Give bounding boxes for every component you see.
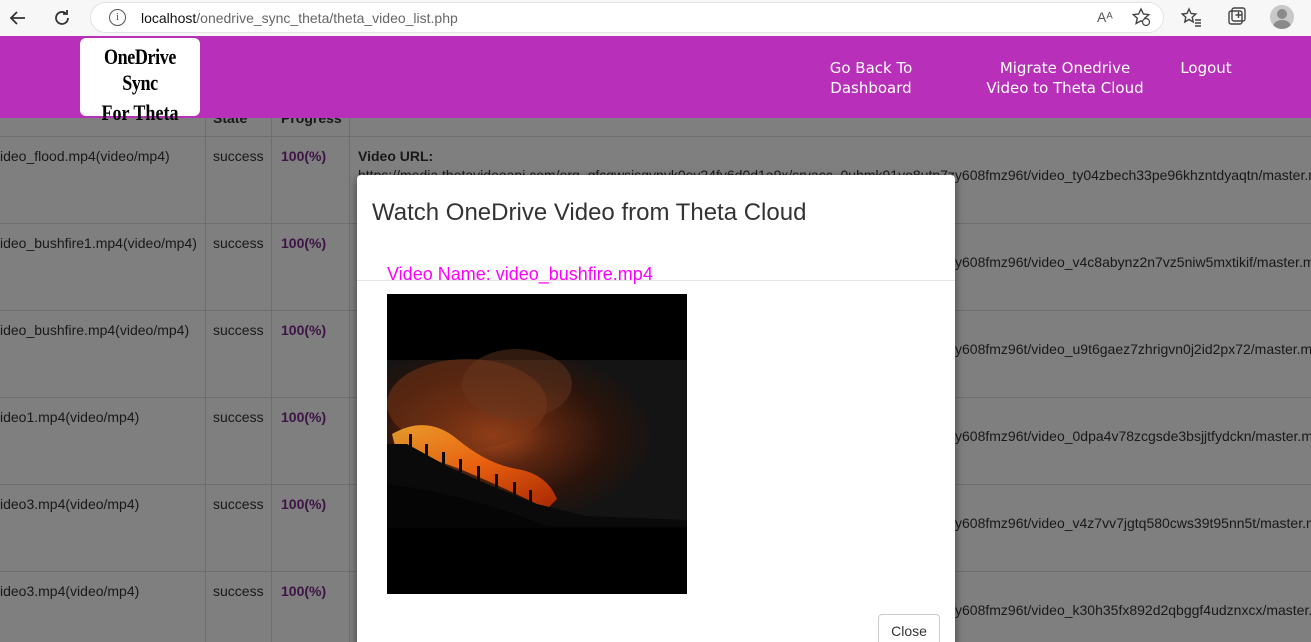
collections-icon[interactable] [1226, 6, 1248, 33]
back-button[interactable] [5, 5, 31, 31]
profile-avatar-icon[interactable] [1270, 5, 1294, 29]
refresh-icon [55, 10, 69, 25]
nav-logout-link[interactable]: Logout [1176, 58, 1236, 78]
address-bar[interactable]: i localhost/onedrive_sync_theta/theta_vi… [90, 2, 1164, 33]
nav-migrate-link[interactable]: Migrate Onedrive Video to Theta Cloud [980, 58, 1150, 98]
video-modal: Watch OneDrive Video from Theta Cloud Vi… [357, 175, 955, 642]
read-aloud-icon[interactable]: Aᴬ [1097, 9, 1113, 25]
bushfire-video-frame [387, 294, 687, 594]
browser-toolbar: i localhost/onedrive_sync_theta/theta_vi… [0, 0, 1311, 36]
add-favorite-icon[interactable] [1131, 7, 1151, 32]
modal-title: Watch OneDrive Video from Theta Cloud [372, 199, 807, 226]
video-player[interactable] [387, 294, 687, 594]
site-logo[interactable]: OneDrive Sync For Theta [80, 38, 200, 125]
url-text: localhost/onedrive_sync_theta/theta_vide… [141, 10, 458, 26]
video-name-label: Video Name: video_bushfire.mp4 [387, 264, 653, 284]
close-button[interactable]: Close [878, 614, 940, 642]
logo-line-1: OneDrive Sync [104, 44, 176, 95]
refresh-button[interactable] [49, 5, 75, 31]
favorites-icon[interactable] [1180, 6, 1203, 33]
nav-dashboard-link[interactable]: Go Back To Dashboard [790, 58, 952, 98]
back-arrow-icon [9, 11, 25, 25]
site-info-icon[interactable]: i [109, 9, 126, 26]
